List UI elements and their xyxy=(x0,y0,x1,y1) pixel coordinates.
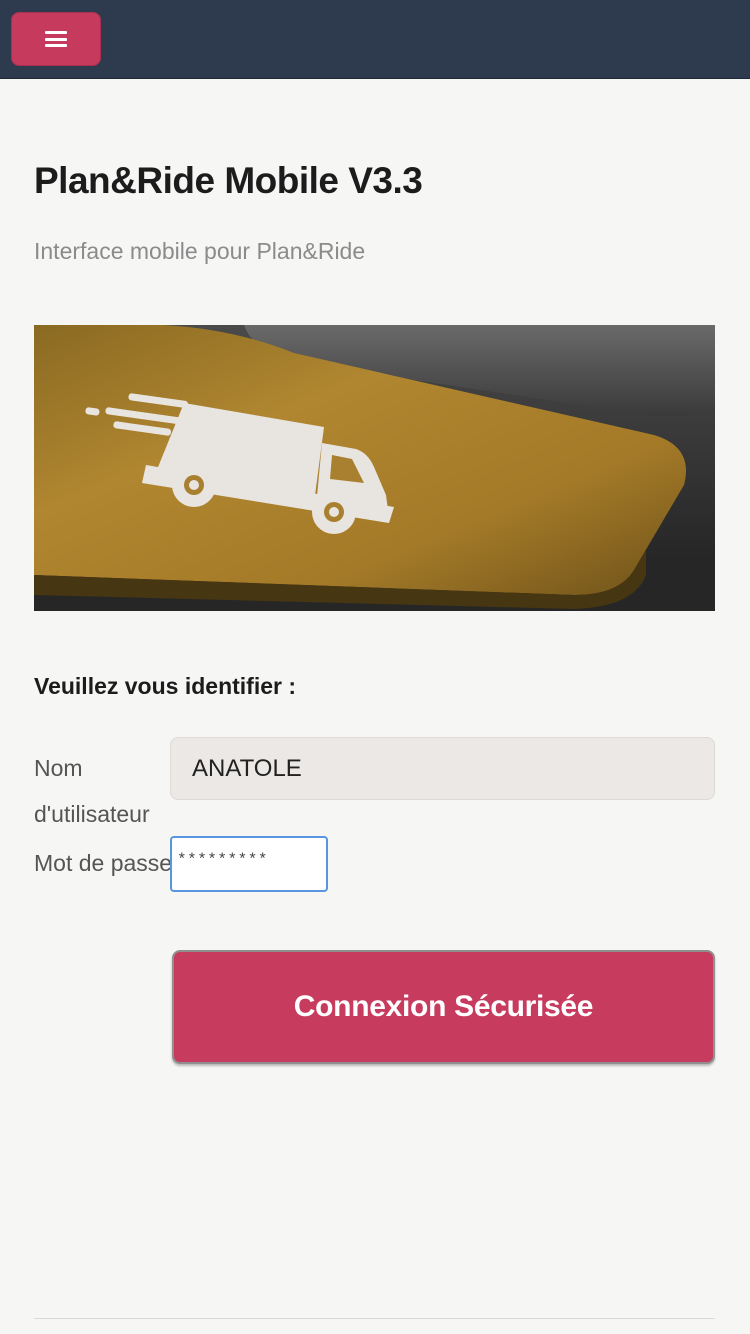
menu-button[interactable] xyxy=(11,12,101,66)
keyboard-key-image xyxy=(34,325,715,611)
password-label: Mot de passe xyxy=(34,850,173,876)
hero-image xyxy=(34,325,715,611)
password-input[interactable]: ********* xyxy=(170,836,328,892)
page-title: Plan&Ride Mobile V3.3 xyxy=(34,160,423,201)
hamburger-menu-icon xyxy=(45,31,67,47)
username-label: Nom d'utilisateur xyxy=(34,755,150,827)
page-subtitle: Interface mobile pour Plan&Ride xyxy=(34,238,366,264)
login-heading: Veuillez vous identifier : xyxy=(34,673,297,699)
footer-divider xyxy=(34,1318,715,1319)
secure-login-button[interactable]: Connexion Sécurisée xyxy=(172,950,715,1064)
username-input[interactable] xyxy=(170,737,715,800)
top-navbar xyxy=(0,0,750,79)
